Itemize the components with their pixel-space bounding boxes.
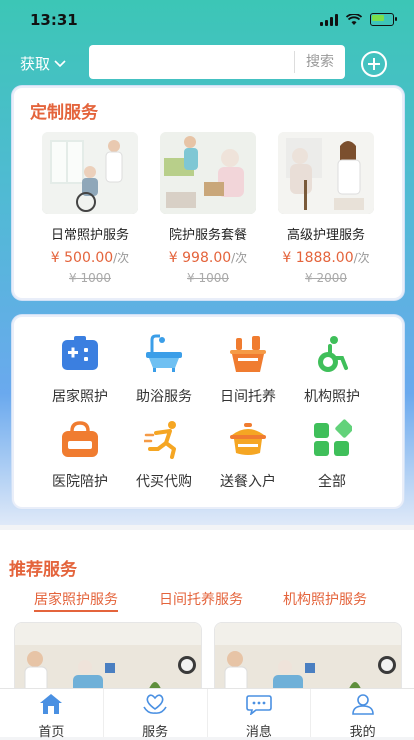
service-price-value: ¥ 1888.00 <box>282 250 354 266</box>
service-price-unit: /次 <box>353 251 370 265</box>
tab-home-care[interactable]: 居家照护服务 <box>34 589 118 612</box>
category-item[interactable]: 医院陪护 <box>38 419 122 491</box>
service-old-price: ¥ 1000 <box>69 271 111 285</box>
basket-icon <box>230 336 266 372</box>
service-item[interactable]: 日常照护服务 ¥ 500.00/次 ¥ 1000 <box>42 132 138 285</box>
grid-icon <box>314 419 354 456</box>
status-bar: 13:31 <box>0 0 414 40</box>
category-grid: 居家照护 助浴服务 日间托养 机构照护 医院陪护 代买代购 送餐入户 全部 <box>12 315 404 509</box>
bathtub-icon <box>146 334 182 372</box>
signal-icon <box>320 13 338 26</box>
service-price: ¥ 998.00/次 <box>160 249 256 266</box>
search-input[interactable] <box>97 50 291 76</box>
service-price-value: ¥ 998.00 <box>168 250 232 266</box>
service-old-price: ¥ 1000 <box>187 271 229 285</box>
category-label: 机构照护 <box>304 389 360 405</box>
bottom-nav: 首页 服务 消息 我的 <box>0 688 414 740</box>
search-button[interactable]: 搜索 <box>295 45 345 79</box>
tab-day-care[interactable]: 日间托养服务 <box>159 589 243 609</box>
category-label: 全部 <box>318 474 346 490</box>
chat-bubble-icon <box>246 695 272 717</box>
nav-label: 我的 <box>349 725 376 740</box>
nav-service[interactable]: 服务 <box>104 689 208 740</box>
food-pot-icon <box>230 423 266 455</box>
status-time: 13:31 <box>30 11 78 29</box>
nav-label: 服务 <box>142 725 169 740</box>
location-selector[interactable]: 获取 <box>20 53 66 74</box>
search-box: 搜索 <box>89 45 345 79</box>
service-price-value: ¥ 500.00 <box>50 250 114 266</box>
recommend-title: 推荐服务 <box>9 560 77 580</box>
nav-profile[interactable]: 我的 <box>311 689 414 740</box>
service-photo <box>42 132 138 214</box>
service-photo <box>278 132 374 214</box>
category-item[interactable]: 居家照护 <box>38 334 122 406</box>
nav-label: 消息 <box>245 725 272 740</box>
category-label: 医院陪护 <box>52 474 108 490</box>
service-old-price: ¥ 2000 <box>305 271 347 285</box>
service-price: ¥ 1888.00/次 <box>278 249 374 266</box>
hospital-bag-icon <box>62 421 98 457</box>
category-item[interactable]: 日间托养 <box>206 334 290 406</box>
category-label: 居家照护 <box>52 389 108 405</box>
service-price-unit: /次 <box>113 251 130 265</box>
service-price: ¥ 500.00/次 <box>42 249 138 266</box>
nav-label: 首页 <box>38 725 65 740</box>
recommend-section: 推荐服务 居家照护服务 日间托养服务 机构照护服务 <box>0 530 414 704</box>
nav-messages[interactable]: 消息 <box>208 689 312 740</box>
custom-services-card: 定制服务 日常照护服务 ¥ 500.00/次 ¥ 1000 院护服务套餐 ¥ 9… <box>12 86 404 300</box>
category-label: 代买代购 <box>136 474 192 490</box>
user-icon <box>351 694 374 715</box>
chevron-down-icon <box>54 59 66 67</box>
category-item[interactable]: 全部 <box>290 419 374 491</box>
tab-institution-care[interactable]: 机构照护服务 <box>283 589 367 609</box>
medical-kit-icon <box>62 336 98 370</box>
service-item[interactable]: 高级护理服务 ¥ 1888.00/次 ¥ 2000 <box>278 132 374 285</box>
service-price-unit: /次 <box>231 251 248 265</box>
service-name: 院护服务套餐 <box>168 228 247 243</box>
wifi-icon <box>346 13 362 25</box>
category-label: 送餐入户 <box>220 474 276 490</box>
category-label: 日间托养 <box>220 389 276 405</box>
add-circle-icon[interactable] <box>361 51 387 77</box>
wheelchair-icon <box>318 336 348 372</box>
category-item[interactable]: 助浴服务 <box>122 334 206 406</box>
custom-services-title: 定制服务 <box>30 103 98 123</box>
nav-home[interactable]: 首页 <box>0 689 104 740</box>
category-item[interactable]: 代买代购 <box>122 419 206 491</box>
home-icon <box>40 694 63 714</box>
heart-hands-icon <box>143 694 167 714</box>
service-name: 日常照护服务 <box>50 228 129 243</box>
running-person-icon <box>142 421 176 459</box>
category-item[interactable]: 机构照护 <box>290 334 374 406</box>
service-photo <box>160 132 256 214</box>
category-item[interactable]: 送餐入户 <box>206 419 290 491</box>
location-label: 获取 <box>20 55 51 73</box>
status-icons <box>320 13 397 26</box>
service-item[interactable]: 院护服务套餐 ¥ 998.00/次 ¥ 1000 <box>160 132 256 285</box>
battery-icon <box>370 13 397 26</box>
service-name: 高级护理服务 <box>286 228 365 243</box>
category-label: 助浴服务 <box>136 389 192 405</box>
